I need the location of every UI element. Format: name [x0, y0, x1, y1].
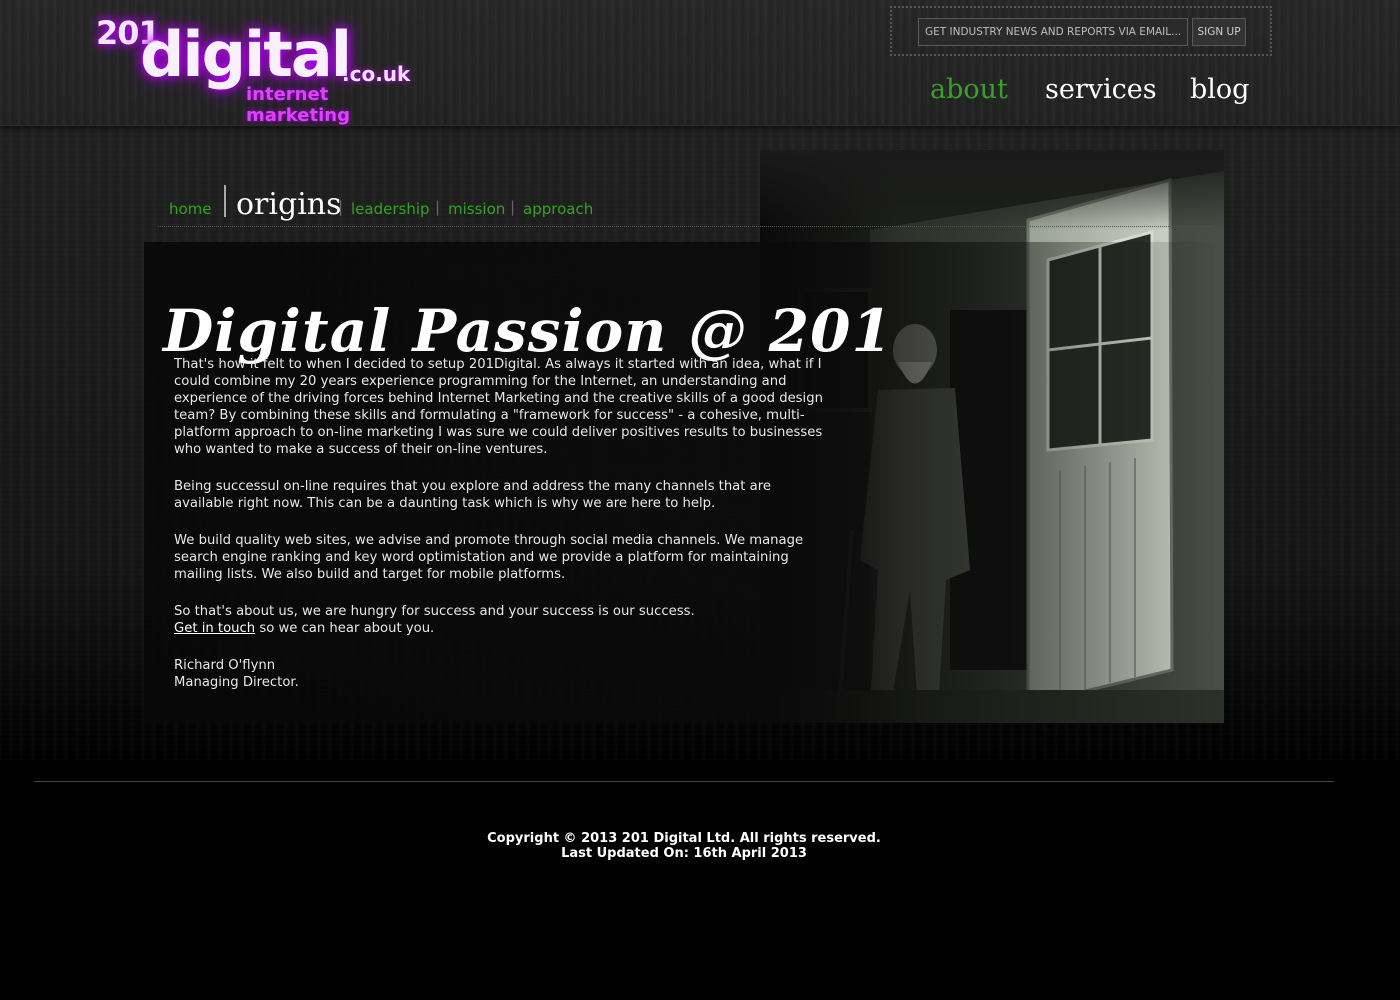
- newsletter-signup: SIGN UP: [890, 6, 1272, 56]
- signature-name: Richard O'flynn: [174, 658, 276, 673]
- copyright-text: Copyright © 2013 201 Digital Ltd. All ri…: [487, 831, 881, 846]
- get-in-touch-text: so we can hear about you.: [255, 621, 435, 636]
- paragraph-channels: Being successul on-line requires that yo…: [174, 479, 771, 511]
- paragraph-intro: That's how it felt to when I decided to …: [174, 357, 823, 457]
- paragraph-closing: So that's about us, we are hungry for su…: [174, 603, 824, 637]
- main-nav: about services blog: [0, 74, 1400, 114]
- sign-up-button[interactable]: SIGN UP: [1192, 18, 1246, 46]
- nav-about[interactable]: about: [930, 74, 1008, 105]
- closing-text: So that's about us, we are hungry for su…: [174, 604, 695, 619]
- article-body: That's how it felt to when I decided to …: [174, 356, 824, 711]
- subnav-separator: |: [338, 198, 344, 216]
- nav-blog[interactable]: blog: [1190, 74, 1249, 105]
- paragraph-services: We build quality web sites, we advise an…: [174, 533, 804, 582]
- nav-services[interactable]: services: [1045, 74, 1157, 105]
- subnav-divider: [224, 185, 226, 217]
- footer-divider: [34, 781, 1334, 782]
- about-subnav: home origins | leadership | mission | ap…: [158, 180, 1213, 227]
- subnav-home[interactable]: home: [169, 200, 212, 218]
- last-updated-text: Last Updated On: 16th April 2013: [561, 846, 807, 861]
- footer: Copyright © 2013 201 Digital Ltd. All ri…: [0, 831, 1368, 861]
- subnav-leadership[interactable]: leadership: [351, 200, 430, 218]
- subnav-origins-current: origins: [236, 187, 342, 222]
- signature-title: Managing Director.: [174, 675, 299, 690]
- subnav-separator: |: [435, 198, 441, 216]
- get-in-touch-link[interactable]: Get in touch: [174, 621, 255, 636]
- subnav-approach[interactable]: approach: [523, 200, 593, 218]
- newsletter-email-input[interactable]: [918, 18, 1188, 46]
- header: 201 digital .co.uk internet marketing SI…: [0, 0, 1400, 126]
- signature: Richard O'flynn Managing Director.: [174, 657, 824, 691]
- page-headline: Digital Passion @ 201: [163, 296, 893, 365]
- subnav-separator: |: [510, 198, 516, 216]
- subnav-mission[interactable]: mission: [448, 200, 505, 218]
